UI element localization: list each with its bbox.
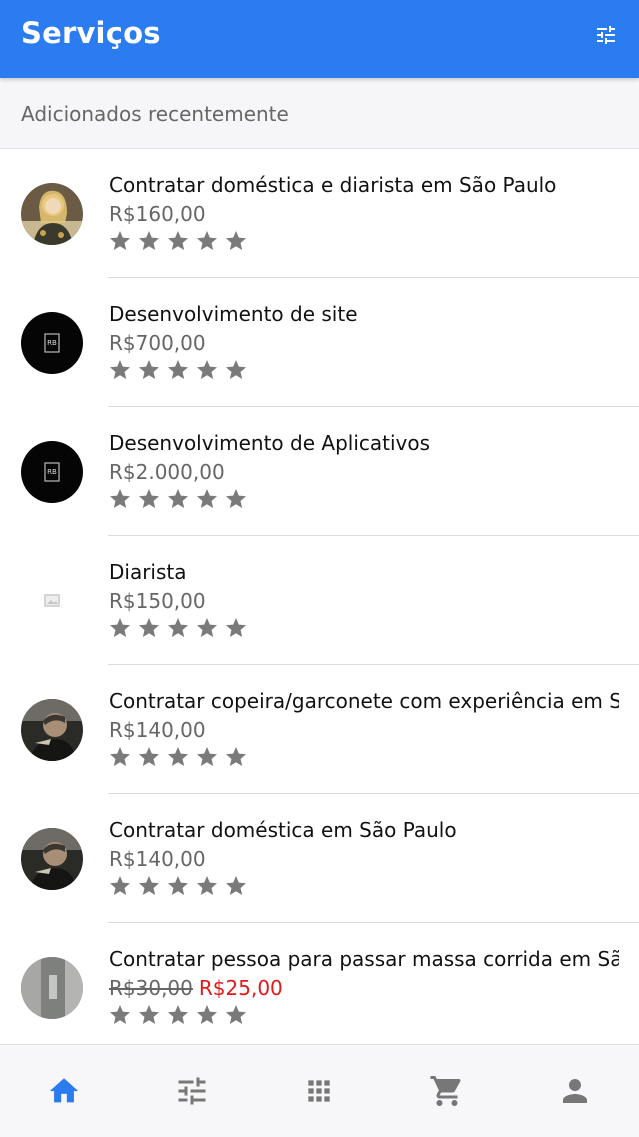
star-icon xyxy=(168,618,188,637)
tune-icon xyxy=(597,26,615,44)
rating-stars xyxy=(108,229,253,255)
star-icon xyxy=(197,360,217,379)
rating-stars xyxy=(108,616,253,642)
star-icon xyxy=(110,618,130,637)
avatar xyxy=(21,828,83,890)
star-icon xyxy=(226,618,246,637)
home-icon xyxy=(49,1078,79,1103)
star-icon xyxy=(110,231,130,250)
app-bar: Serviços xyxy=(0,0,639,78)
star-icon xyxy=(110,747,130,766)
list-item[interactable]: RB Desenvolvimento de site R$700,00 xyxy=(0,278,639,407)
item-title: Desenvolvimento de Aplicativos xyxy=(109,431,431,455)
list-item[interactable]: Contratar copeira/garconete com experiên… xyxy=(0,665,639,794)
original-price: R$30,00 xyxy=(109,976,193,1000)
rating-stars xyxy=(108,1003,253,1029)
section-title: Adicionados recentemente xyxy=(21,102,289,126)
list-item[interactable]: Contratar doméstica e diarista em São Pa… xyxy=(0,149,639,278)
star-icon xyxy=(168,489,188,508)
star-icon xyxy=(168,1005,188,1024)
star-icon xyxy=(139,1005,159,1024)
item-price: R$140,00 xyxy=(109,718,206,742)
list-item[interactable]: Contratar pessoa para passar massa corri… xyxy=(0,923,639,1044)
nav-categories[interactable] xyxy=(289,1061,349,1121)
person-icon xyxy=(563,1079,588,1103)
star-icon xyxy=(197,747,217,766)
list-item[interactable]: Contratar doméstica em São Paulo R$140,0… xyxy=(0,794,639,923)
item-title: Diarista xyxy=(109,560,187,584)
star-icon xyxy=(110,876,130,895)
nav-profile[interactable] xyxy=(545,1061,605,1121)
star-icon xyxy=(197,618,217,637)
star-icon xyxy=(197,489,217,508)
star-icon xyxy=(226,231,246,250)
star-icon xyxy=(139,876,159,895)
star-icon xyxy=(139,231,159,250)
item-title: Contratar doméstica em São Paulo xyxy=(109,818,457,842)
nav-home[interactable] xyxy=(34,1061,94,1121)
star-icon xyxy=(226,876,246,895)
star-icon xyxy=(110,360,130,379)
service-list: Contratar doméstica e diarista em São Pa… xyxy=(0,149,639,1044)
list-item[interactable]: RB Desenvolvimento de Aplicativos R$2.00… xyxy=(0,407,639,536)
cart-icon xyxy=(430,1076,461,1106)
item-price: R$160,00 xyxy=(109,202,206,226)
avatar: RB xyxy=(21,441,83,503)
item-price: R$2.000,00 xyxy=(109,460,225,484)
star-icon xyxy=(226,747,246,766)
sale-price: R$25,00 xyxy=(198,976,283,1000)
star-icon xyxy=(197,1005,217,1024)
avatar xyxy=(21,699,83,761)
item-price: R$700,00 xyxy=(109,331,206,355)
item-price: R$140,00 xyxy=(109,847,206,871)
bottom-navigation xyxy=(0,1044,639,1137)
item-title: Contratar copeira/garconete com experiên… xyxy=(109,689,619,713)
star-icon xyxy=(197,876,217,895)
page-title: Serviços xyxy=(21,16,161,50)
star-icon xyxy=(197,231,217,250)
item-title: Contratar doméstica e diarista em São Pa… xyxy=(109,173,557,197)
filter-button[interactable] xyxy=(591,20,621,50)
star-icon xyxy=(139,489,159,508)
rating-stars xyxy=(108,745,253,771)
item-title: Contratar pessoa para passar massa corri… xyxy=(109,947,619,971)
star-icon xyxy=(139,360,159,379)
star-icon xyxy=(168,360,188,379)
item-price: R$150,00 xyxy=(109,589,206,613)
star-icon xyxy=(226,489,246,508)
avatar xyxy=(21,183,83,245)
apps-grid-icon xyxy=(308,1080,331,1102)
star-icon xyxy=(226,1005,246,1024)
star-icon xyxy=(168,876,188,895)
star-icon xyxy=(226,360,246,379)
rating-stars xyxy=(108,874,253,900)
item-title: Desenvolvimento de site xyxy=(109,302,358,326)
avatar xyxy=(21,957,83,1019)
list-item[interactable]: Diarista R$150,00 xyxy=(0,536,639,665)
nav-filters[interactable] xyxy=(162,1061,222,1121)
star-icon xyxy=(168,231,188,250)
star-icon xyxy=(139,618,159,637)
star-icon xyxy=(110,489,130,508)
svg-text:RB: RB xyxy=(47,468,57,476)
rating-stars xyxy=(108,358,253,384)
rating-stars xyxy=(108,487,253,513)
tune-icon xyxy=(178,1077,206,1105)
avatar: RB xyxy=(21,312,83,374)
svg-text:RB: RB xyxy=(47,339,57,347)
section-header: Adicionados recentemente xyxy=(0,78,639,149)
star-icon xyxy=(168,747,188,766)
image-placeholder-icon xyxy=(21,570,83,632)
nav-cart[interactable] xyxy=(417,1061,477,1121)
star-icon xyxy=(139,747,159,766)
star-icon xyxy=(110,1005,130,1024)
item-price: R$30,00 R$25,00 xyxy=(109,976,283,1000)
